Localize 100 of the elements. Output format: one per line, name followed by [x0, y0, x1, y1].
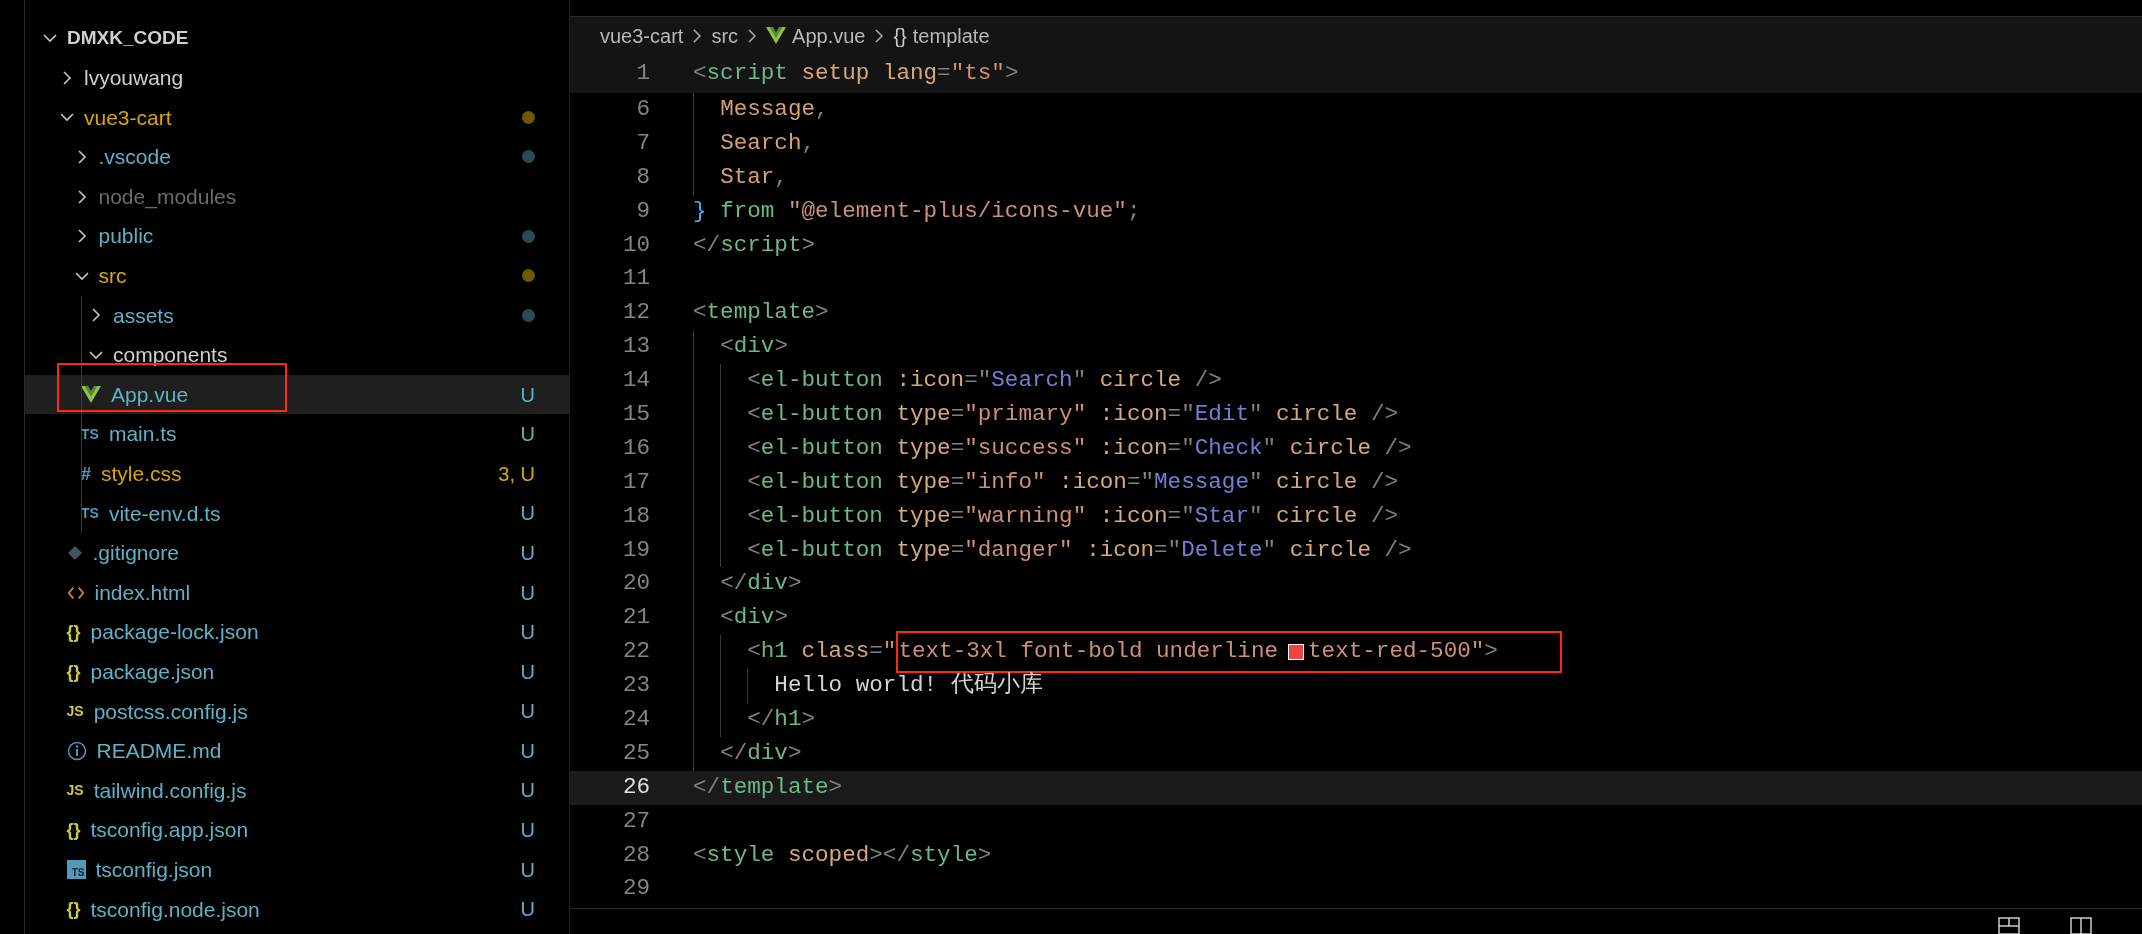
- line-number: 10: [621, 230, 650, 260]
- code-line: Search,: [719, 128, 816, 158]
- file-name: vue3-cart: [84, 104, 172, 131]
- code-line: </div>: [719, 569, 802, 599]
- layout-icon[interactable]: [1998, 917, 2020, 934]
- tree-item[interactable]: # style.css 3, U: [25, 453, 569, 494]
- json-file-icon: {}: [66, 820, 81, 841]
- tree-item[interactable]: lvyouwang: [25, 58, 569, 98]
- tree-item[interactable]: TS main.ts U: [25, 414, 569, 454]
- tree-item[interactable]: public: [25, 216, 569, 256]
- git-status: U: [520, 818, 535, 844]
- ts-file-icon: TS: [81, 503, 99, 524]
- chevron-right-icon[interactable]: [89, 308, 103, 323]
- breadcrumb-item[interactable]: vue3-cart: [600, 21, 684, 51]
- tree-item[interactable]: vue3-cart: [25, 97, 569, 138]
- file-name: style.css: [101, 461, 182, 487]
- git-status: U: [520, 422, 535, 448]
- js-file-icon: JS: [66, 701, 84, 722]
- code-line: text-3xl font-bold underline: [898, 637, 1279, 667]
- code-line: text-red-500">: [1308, 637, 1498, 667]
- line-number: 18: [621, 501, 650, 531]
- file-name: src: [98, 263, 127, 289]
- line-number: 21: [621, 603, 650, 633]
- line-number: 8: [635, 162, 650, 192]
- tree-item[interactable]: src: [25, 255, 569, 296]
- braces-icon: {}: [893, 26, 907, 46]
- file-name: vite-env.d.ts: [108, 500, 221, 527]
- code-line: </script>: [693, 230, 816, 260]
- breadcrumb-item[interactable]: template: [912, 21, 990, 51]
- file-name: .vscode: [98, 144, 171, 171]
- line-number: 13: [621, 332, 650, 362]
- line-number: 1: [635, 59, 650, 89]
- vue-logo-icon: [81, 384, 101, 405]
- code-line: <div>: [719, 603, 788, 633]
- code-line: Message,: [719, 95, 829, 124]
- file-name: assets: [113, 302, 174, 329]
- file-name: public: [98, 223, 154, 250]
- breadcrumb-item[interactable]: App.vue: [792, 21, 866, 51]
- tree-item[interactable]: TS tsconfig.json U: [25, 849, 569, 890]
- tree-item[interactable]: assets: [25, 295, 569, 336]
- tree-item[interactable]: node_modules: [25, 176, 569, 217]
- tree-item[interactable]: TS vite-env.d.ts U: [25, 493, 569, 534]
- line-number: 26: [621, 772, 650, 802]
- line-number: 23: [621, 671, 650, 701]
- git-status: 3, U: [498, 461, 535, 487]
- file-name: tsconfig.json: [95, 856, 213, 883]
- code-line: } from "@element-plus/icons-vue";: [693, 196, 1141, 226]
- line-number: 19: [621, 535, 650, 565]
- json-file-icon: {}: [66, 661, 81, 682]
- line-number: 16: [621, 433, 650, 463]
- line-number: 17: [621, 467, 650, 497]
- git-status: U: [520, 540, 535, 566]
- line-number: 7: [635, 128, 650, 158]
- code-line: <template>: [693, 298, 829, 328]
- line-number: 24: [621, 705, 650, 735]
- file-name: package.json: [90, 658, 215, 685]
- ts-file-icon: TS: [66, 860, 86, 880]
- chevron-right-icon: [873, 29, 886, 43]
- file-name: lvyouwang: [84, 65, 184, 92]
- json-file-icon: {}: [66, 899, 81, 920]
- json-file-icon: {}: [66, 622, 81, 643]
- explorer-title: DMXK_CODE: [67, 25, 189, 50]
- tree-item[interactable]: {} tsconfig.app.json U: [25, 810, 569, 850]
- git-status: U: [520, 501, 535, 527]
- git-status: U: [520, 382, 535, 408]
- tree-item[interactable]: README.md U: [25, 731, 569, 771]
- tree-item[interactable]: {} package.json U: [25, 651, 569, 692]
- line-number: 27: [621, 806, 650, 836]
- file-name: node_modules: [98, 183, 237, 211]
- tree-item[interactable]: {} package-lock.json U: [25, 612, 569, 652]
- tree-item[interactable]: JS postcss.config.js U: [25, 691, 569, 732]
- git-status: U: [520, 659, 535, 685]
- tree-item[interactable]: index.html U: [25, 572, 569, 613]
- tree-item[interactable]: .gitignore U: [25, 533, 569, 573]
- code-line: <el-button type="success" :icon="Check" circle />: [746, 433, 1412, 463]
- code-line: <el-button :icon="Search" circle />: [746, 366, 1222, 396]
- tree-item[interactable]: .vscode: [25, 137, 569, 177]
- tree-item[interactable]: JS tailwind.config.js U: [25, 770, 569, 811]
- chevron-right-icon: [746, 29, 759, 43]
- code-line: <el-button type="danger" :icon="Delete" circle />: [746, 535, 1412, 565]
- tree-item[interactable]: components: [25, 335, 569, 375]
- line-number: 14: [621, 366, 650, 396]
- chevron-down-icon[interactable]: [43, 31, 57, 45]
- layout-icon[interactable]: [2070, 917, 2092, 934]
- tree-item[interactable]: App.vue U: [25, 374, 569, 415]
- line-number: 9: [635, 196, 650, 226]
- code-line: <div>: [719, 332, 788, 362]
- file-name: .gitignore: [92, 540, 179, 567]
- chevron-right-icon[interactable]: [60, 70, 74, 85]
- file-name: package-lock.json: [90, 619, 259, 646]
- line-number: 25: [621, 738, 650, 768]
- ts-file-icon: TS: [81, 424, 99, 445]
- line-number: 28: [621, 840, 650, 870]
- code-line: </h1>: [746, 705, 816, 735]
- git-status: U: [520, 857, 535, 883]
- line-number: 15: [621, 400, 650, 429]
- code-line: <el-button type="primary" :icon="Edit" circle />: [746, 400, 1399, 429]
- tree-item[interactable]: {} tsconfig.node.json U: [25, 889, 569, 930]
- file-name: index.html: [94, 579, 191, 606]
- breadcrumb-item[interactable]: src: [711, 21, 739, 51]
